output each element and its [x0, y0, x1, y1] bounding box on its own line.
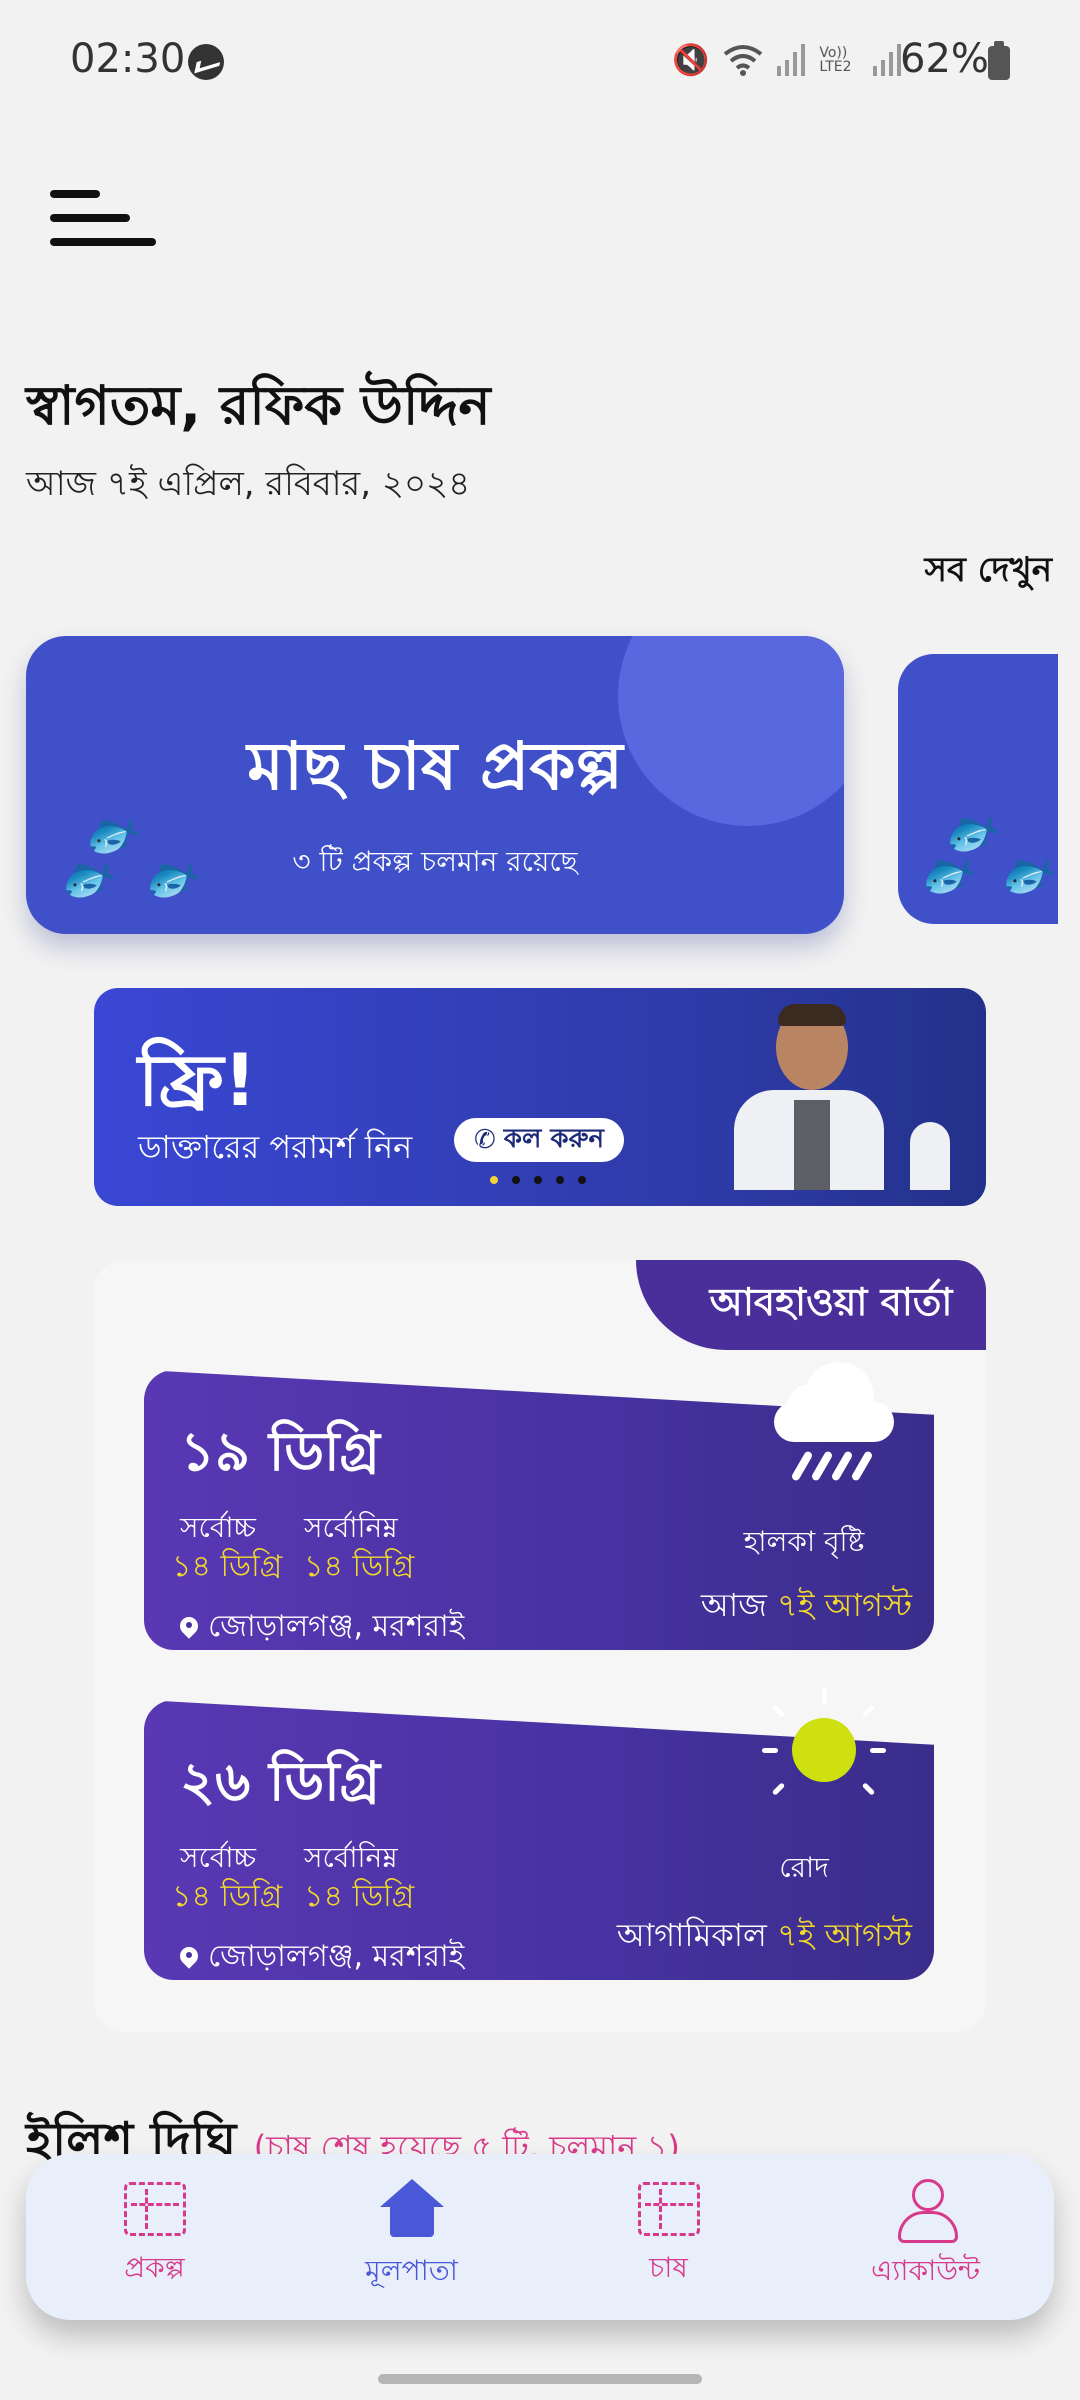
battery-percent: 62% [900, 36, 989, 82]
wifi-icon [724, 45, 763, 76]
nav-label: প্রকল্প [124, 2250, 185, 2284]
projects-icon [123, 2181, 186, 2236]
day-label: আজ [700, 1586, 767, 1624]
nav-projects[interactable]: প্রকল্প [55, 2167, 255, 2307]
carousel-dot[interactable] [534, 1176, 542, 1184]
location-pin-icon [180, 1617, 198, 1639]
nav-label: চাষ [649, 2250, 688, 2284]
banner-text: ডাক্তারের পরামর্শ নিন [138, 1128, 413, 1166]
call-button[interactable]: ✆ কল করুন [454, 1118, 625, 1162]
location-text: জোড়ালগঞ্জ, মরশরাই [208, 1609, 465, 1644]
carousel-dot[interactable] [556, 1176, 564, 1184]
weather-condition: রোদ [779, 1851, 829, 1884]
temperature: ১৯ ডিগ্রি [180, 1420, 380, 1483]
carousel-dot[interactable] [578, 1176, 586, 1184]
volte-icon: Vo)) LTE2 [819, 45, 852, 75]
signal-icon [777, 44, 806, 76]
weather-condition: হালকা বৃষ্টি [743, 1525, 865, 1558]
nav-label: মূলপাতা [365, 2253, 458, 2287]
project-card-title: মাছ চাষ প্রকল্প [247, 728, 623, 805]
messenger-icon [188, 44, 224, 80]
menu-icon[interactable] [50, 188, 160, 252]
status-icons: 🔇 Vo)) LTE2 [672, 38, 902, 82]
sun-icon [762, 1688, 886, 1812]
weather-heading: আবহাওয়া বার্তা [636, 1260, 986, 1350]
doctor-photo [734, 1004, 954, 1190]
nav-account[interactable]: এ্যাকাউন্ট [826, 2167, 1026, 2307]
signal-icon [873, 44, 902, 76]
home-icon [379, 2178, 444, 2239]
battery-icon [988, 41, 1010, 80]
location-pin-icon [180, 1947, 198, 1969]
today-date: আজ ৭ই এপ্রিল, রবিবার, ২০২৪ [26, 464, 471, 504]
max-value: ১৪ ডিগ্রি [172, 1549, 283, 1584]
status-time: 02:30 [70, 36, 186, 82]
farming-icon [637, 2181, 700, 2236]
project-card-fish-farming[interactable]: মাছ চাষ প্রকল্প ৩ টি প্রকল্প চলমান রয়েছ… [26, 636, 844, 934]
carousel-dots [490, 1176, 586, 1184]
rain-cloud-icon [774, 1362, 894, 1502]
project-card-next[interactable]: 🐟 🐟 🐟 [898, 654, 1058, 924]
call-button-label: কল করুন [503, 1124, 605, 1154]
carousel-dot[interactable] [512, 1176, 520, 1184]
bottom-navigation: প্রকল্প মূলপাতা চাষ এ্যাকাউন্ট [26, 2154, 1054, 2320]
free-consultation-banner[interactable]: ফ্রি! ডাক্তারের পরামর্শ নিন ✆ কল করুন [94, 988, 986, 1206]
temperature: ২৬ ডিগ্রি [180, 1750, 381, 1813]
day-label: আগামিকাল [616, 1916, 767, 1954]
welcome-title: স্বাগতম, রফিক উদ্দিন [26, 374, 491, 437]
nav-farming[interactable]: চাষ [569, 2167, 769, 2307]
nav-home[interactable]: মূলপাতা [312, 2167, 512, 2307]
max-value: ১৪ ডিগ্রি [172, 1879, 283, 1914]
weather-section: আবহাওয়া বার্তা ১৯ ডিগ্রি সর্বোচ্চ সর্বো… [94, 1260, 986, 2032]
location: জোড়ালগঞ্জ, মরশরাই [180, 1602, 464, 1653]
weather-card-tomorrow[interactable]: ২৬ ডিগ্রি সর্বোচ্চ সর্বোনিম্ন ১৪ ডিগ্রি … [144, 1688, 934, 1983]
weather-card-today[interactable]: ১৯ ডিগ্রি সর্বোচ্চ সর্বোনিম্ন ১৪ ডিগ্রি … [144, 1362, 934, 1653]
see-all-link[interactable]: সব দেখুন [925, 544, 1053, 601]
nav-label: এ্যাকাউন্ট [870, 2253, 981, 2287]
mute-icon: 🔇 [672, 42, 710, 78]
account-icon [896, 2178, 958, 2243]
carousel-dot[interactable] [490, 1176, 498, 1184]
min-value: ১৪ ডিগ্রি [304, 1879, 415, 1914]
location: জোড়ালগঞ্জ, মরশরাই [180, 1932, 464, 1983]
phone-icon: ✆ [474, 1125, 496, 1155]
home-indicator[interactable] [378, 2374, 702, 2384]
day-date: ৭ই আগস্ট [777, 1586, 912, 1624]
min-value: ১৪ ডিগ্রি [304, 1549, 415, 1584]
location-text: জোড়ালগঞ্জ, মরশরাই [208, 1939, 465, 1974]
weather-day: আজ ৭ই আগস্ট [701, 1580, 912, 1634]
day-date: ৭ই আগস্ট [777, 1916, 912, 1954]
weather-day: আগামিকাল ৭ই আগস্ট [617, 1910, 912, 1964]
status-bar: 02:30 🔇 Vo)) LTE2 62% [0, 0, 1080, 120]
